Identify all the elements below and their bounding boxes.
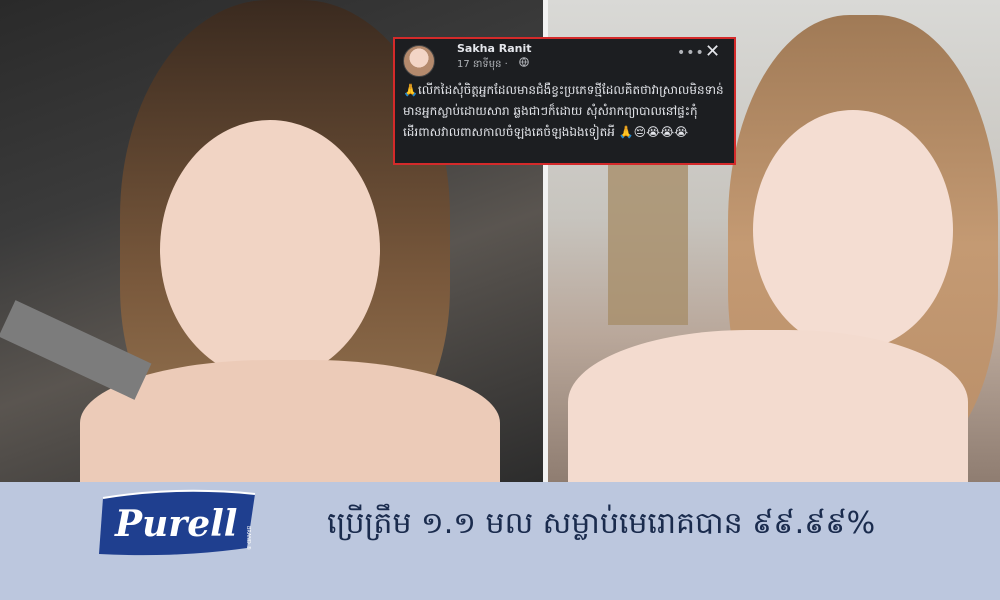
banner-text: ប្រើត្រឹម ១.១ មល សម្លាប់មេរោគបាន ៩៩.៩៩% (327, 506, 876, 541)
post-author[interactable]: Sakha Ranit (457, 42, 532, 55)
avatar[interactable] (403, 45, 435, 77)
ad-banner: Purell BRAND ® ប្រើត្រឹម ១.១ មល សម្លាប់ម… (0, 482, 1000, 600)
more-icon[interactable]: ••• (677, 45, 705, 61)
door-frame (608, 165, 688, 325)
face-right (753, 110, 953, 350)
purell-logo: Purell BRAND ® (99, 489, 256, 556)
svg-text:BRAND ®: BRAND ® (245, 526, 252, 550)
shoulders-right (568, 330, 968, 482)
post-time[interactable]: 17 នាទីមុន · (457, 57, 508, 72)
post-text: 🙏លើកដៃសុំចិត្តអ្នកដែលមានជំងឺខ្វះប្រភេទថ្… (403, 83, 724, 139)
facebook-post: Sakha Ranit 17 នាទីមុន · ••• ✕ 🙏លើកដៃសុំ… (393, 37, 736, 165)
svg-text:Purell: Purell (114, 503, 237, 545)
close-icon[interactable]: ✕ (705, 41, 720, 62)
face-left (160, 120, 380, 380)
globe-icon (519, 57, 529, 70)
